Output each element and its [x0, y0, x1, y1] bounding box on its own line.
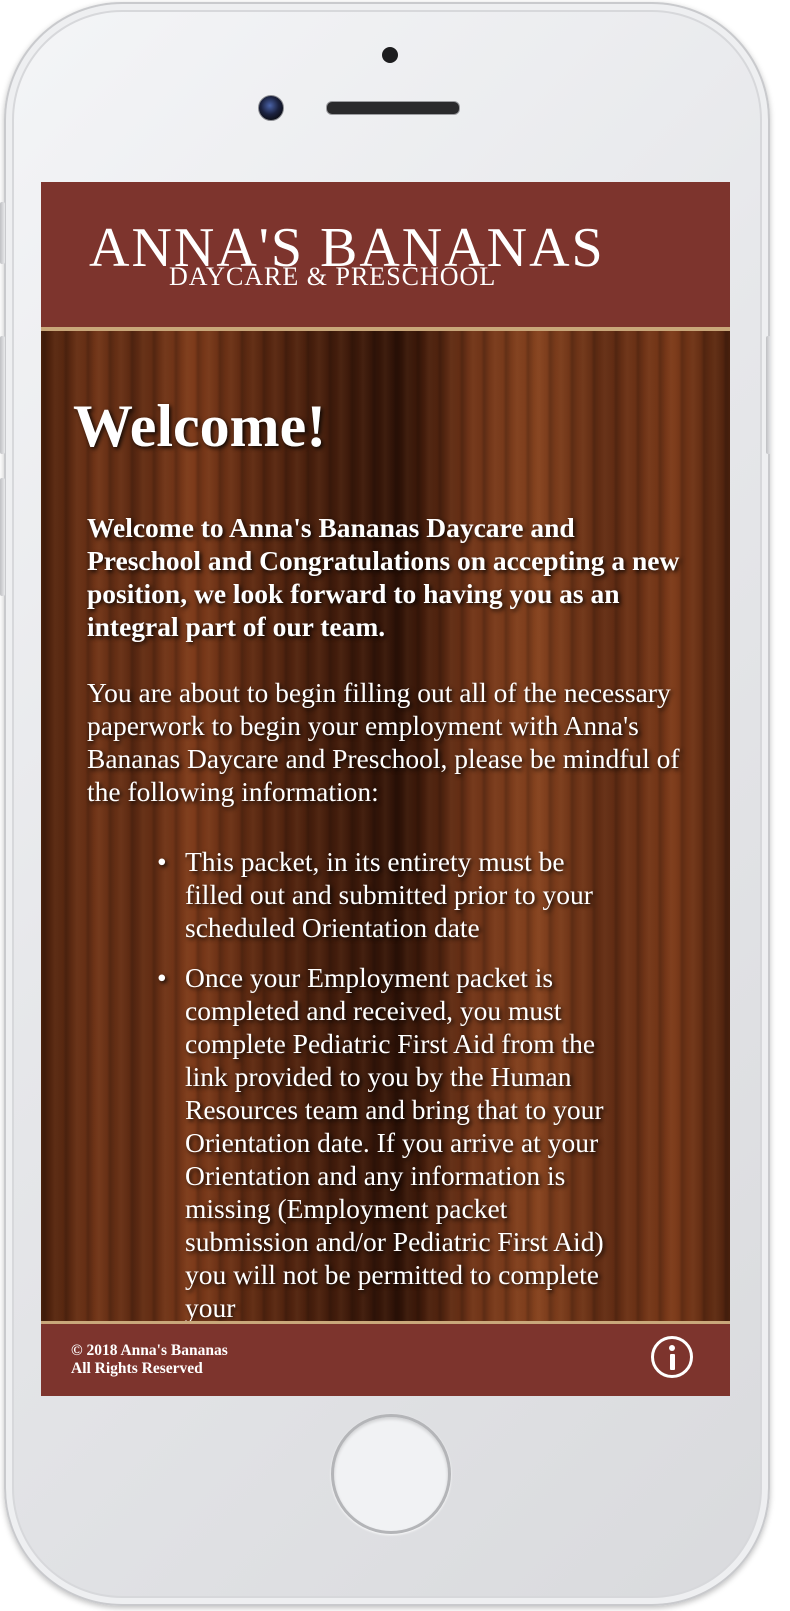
brand-logo[interactable]: ANNA'S BANANAS DAYCARE & PRESCHOOL [89, 220, 603, 294]
list-item: This packet, in its entirety must be fil… [157, 845, 605, 944]
copyright-line: © 2018 Anna's Bananas [71, 1342, 228, 1359]
page-title: Welcome! [73, 393, 327, 459]
app-screen: ANNA'S BANANAS DAYCARE & PRESCHOOL Welco… [41, 182, 730, 1396]
proximity-sensor [382, 47, 398, 63]
app-header: ANNA'S BANANAS DAYCARE & PRESCHOOL [41, 182, 730, 331]
list-item: Once your Employment packet is completed… [157, 961, 605, 1321]
info-icon[interactable] [651, 1336, 693, 1378]
home-button[interactable] [331, 1414, 451, 1534]
earpiece-speaker [326, 101, 460, 115]
rights-line: All Rights Reserved [71, 1360, 203, 1377]
info-icon-stem [669, 1354, 675, 1370]
power-button [766, 336, 771, 454]
copyright-text: © 2018 Anna's Bananas All Rights Reserve… [71, 1342, 228, 1378]
logo-subtitle: DAYCARE & PRESCHOOL [169, 262, 497, 291]
info-icon-dot [669, 1345, 675, 1351]
app-footer: © 2018 Anna's Bananas All Rights Reserve… [41, 1321, 730, 1396]
instructions-paragraph: You are about to begin filling out all o… [87, 677, 680, 807]
main-content[interactable]: Welcome! Welcome to Anna's Bananas Dayca… [41, 331, 730, 1321]
info-list: This packet, in its entirety must be fil… [157, 845, 605, 1321]
volume-down-button [0, 478, 5, 596]
volume-up-button [0, 336, 5, 454]
front-camera-icon [258, 95, 284, 121]
intro-paragraph: Welcome to Anna's Bananas Daycare and Pr… [87, 512, 680, 642]
mute-switch [0, 202, 5, 264]
